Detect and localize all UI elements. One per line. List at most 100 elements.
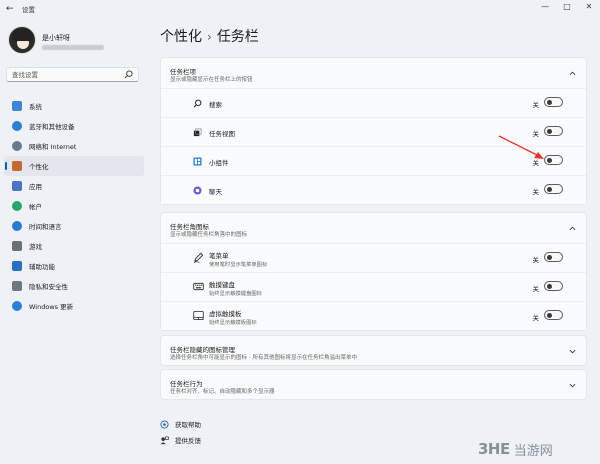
corner-item-virtual-touchpad: 虚拟触摸板 始终显示触摸板图标 关 — [161, 301, 586, 330]
sidebar-item-label: 系统 — [29, 103, 42, 111]
taskbar-behaviors-section[interactable]: 任务栏行为 任务栏对齐、标记、自动隐藏和多个显示器 — [160, 369, 587, 400]
chat-toggle[interactable] — [544, 184, 563, 194]
overflow-icons-section[interactable]: 任务栏隐藏的图标管理 选择任务栏角中可能显示的图标 - 所有其他图标将显示在任务… — [160, 335, 587, 366]
shield-icon — [12, 281, 22, 291]
sidebar-item-label: 辅助功能 — [29, 263, 55, 271]
sidebar-item-10[interactable]: 隐私和安全性 — [4, 276, 144, 296]
window-title: 设置 — [22, 6, 35, 14]
task-view-icon — [193, 128, 202, 137]
toggle-knob — [547, 187, 552, 192]
sidebar-item-7[interactable]: 时间和语言 — [4, 216, 144, 236]
link-label[interactable]: 提供反馈 — [175, 435, 201, 445]
corner-icons-header[interactable]: 任务栏角图标 显示或隐藏任务栏角落中的图标 — [161, 213, 586, 243]
row-label: 聊天 — [209, 188, 222, 196]
toggle-state: 关 — [532, 285, 540, 293]
maximize-button[interactable]: □ — [556, 0, 578, 14]
link-label[interactable]: 获取帮助 — [175, 419, 201, 429]
help-icon — [160, 419, 169, 429]
taskbar-item-search: 搜索 关 — [161, 88, 586, 117]
row-label: 虚拟触摸板 — [209, 310, 242, 318]
taskbar-behaviors-header[interactable]: 任务栏行为 任务栏对齐、标记、自动隐藏和多个显示器 — [161, 370, 586, 400]
watermark-logo: 3HE — [478, 440, 510, 458]
toggle-state: 关 — [532, 188, 540, 196]
update-icon — [12, 301, 22, 311]
back-button[interactable]: ← — [6, 3, 18, 15]
touchpad-icon — [193, 310, 204, 321]
sidebar-item-8[interactable]: 游戏 — [4, 236, 144, 256]
search-icon[interactable] — [124, 70, 133, 79]
chevron-up-icon[interactable] — [569, 70, 576, 77]
search-box[interactable] — [6, 67, 139, 82]
get-help-link[interactable]: 获取帮助 — [160, 418, 201, 430]
annotation-arrow-icon — [498, 135, 544, 159]
row-sublabel: 始终显示触摸键盘图标 — [209, 291, 262, 297]
row-label: 任务视图 — [209, 130, 235, 138]
row-sublabel: 始终显示触摸板图标 — [209, 320, 257, 326]
search-toggle[interactable] — [544, 97, 563, 107]
sidebar-item-label: 个性化 — [29, 163, 49, 171]
section-subtitle: 选择任务栏角中可能显示的图标 - 所有其他图标将显示在任务栏角溢出菜单中 — [170, 355, 357, 361]
sidebar-item-label: 蓝牙和其他设备 — [29, 123, 75, 131]
apps-icon — [12, 181, 22, 191]
sidebar-item-4[interactable]: 个性化 — [4, 156, 144, 176]
taskbar-item-chat: 聊天 关 — [161, 175, 586, 204]
overflow-icons-header[interactable]: 任务栏隐藏的图标管理 选择任务栏角中可能显示的图标 - 所有其他图标将显示在任务… — [161, 336, 586, 366]
sidebar-nav: 系统蓝牙和其他设备 网络和 Internet 个性化应用帐户时间和语言游戏辅助功能隐… — [4, 96, 144, 316]
breadcrumb: 个性化 › 任务栏 — [160, 26, 259, 46]
taskbar-items-section: 任务栏项 显示或隐藏显示在任务栏上的按钮 搜索 关 任务视图 关 小组件 关 聊… — [160, 57, 587, 205]
section-subtitle: 显示或隐藏任务栏角落中的图标 — [170, 232, 248, 238]
sidebar-item-label: 帐户 — [29, 203, 42, 211]
row-label: 小组件 — [209, 159, 229, 167]
corner-icons-section: 任务栏角图标 显示或隐藏任务栏角落中的图标 笔菜单 使用笔时显示笔菜单图标 关 … — [160, 212, 587, 331]
user-name: 是小轩呀 — [42, 34, 70, 42]
gamepad-icon — [12, 241, 22, 251]
taskbar-items-header[interactable]: 任务栏项 显示或隐藏显示在任务栏上的按钮 — [161, 58, 586, 88]
row-label: 搜索 — [209, 101, 222, 109]
sidebar-item-label: 隐私和安全性 — [29, 283, 68, 291]
chevron-down-icon[interactable] — [569, 382, 576, 389]
avatar — [8, 26, 36, 54]
toggle-knob — [547, 313, 552, 318]
watermark: 3HE 当游网 — [478, 438, 553, 460]
pen-menu-toggle[interactable] — [544, 252, 563, 262]
sidebar-item-label: Windows 更新 — [29, 303, 74, 311]
sidebar-item-5[interactable]: 应用 — [4, 176, 144, 196]
sidebar-item-9[interactable]: 辅助功能 — [4, 256, 144, 276]
toggle-knob — [547, 158, 552, 163]
redacted-email — [42, 45, 104, 50]
section-subtitle: 显示或隐藏显示在任务栏上的按钮 — [170, 77, 253, 83]
sidebar-item-2[interactable]: 蓝牙和其他设备 — [4, 116, 144, 136]
bluetooth-icon — [12, 121, 22, 131]
network-icon — [12, 141, 22, 151]
watermark-text: 当游网 — [513, 443, 553, 459]
chevron-down-icon[interactable] — [569, 348, 576, 355]
minimize-button[interactable]: — — [534, 0, 556, 14]
user-profile[interactable]: 是小轩呀 — [8, 26, 148, 58]
sidebar-item-label: 应用 — [29, 183, 42, 191]
toggle-knob — [547, 129, 552, 134]
chevron-up-icon[interactable] — [569, 225, 576, 232]
sidebar-item-11[interactable]: Windows 更新 — [4, 296, 144, 316]
monitor-icon — [12, 101, 22, 111]
chat-icon — [193, 186, 202, 195]
close-button[interactable]: ✕ — [578, 0, 600, 14]
pen-icon — [193, 252, 204, 263]
virtual-touchpad-toggle[interactable] — [544, 310, 563, 320]
sidebar-item-label: 时间和语言 — [29, 223, 62, 231]
breadcrumb-parent[interactable]: 个性化 — [160, 29, 202, 45]
sidebar-item-1[interactable]: 系统 — [4, 96, 144, 116]
sidebar-item-label: 网络和 Internet — [29, 143, 77, 151]
row-label: 触摸键盘 — [209, 281, 235, 289]
search-icon — [193, 99, 202, 108]
avatar-hair — [12, 29, 33, 41]
brush-icon — [12, 161, 22, 171]
sidebar-item-6[interactable]: 帐户 — [4, 196, 144, 216]
search-input[interactable] — [12, 70, 122, 80]
touch-keyboard-toggle[interactable] — [544, 281, 563, 291]
section-subtitle: 任务栏对齐、标记、自动隐藏和多个显示器 — [170, 389, 275, 395]
sidebar-item-3[interactable]: 网络和 Internet — [4, 136, 144, 156]
give-feedback-link[interactable]: 提供反馈 — [160, 434, 201, 446]
account-icon — [12, 201, 22, 211]
corner-item-pen-menu: 笔菜单 使用笔时显示笔菜单图标 关 — [161, 243, 586, 272]
toggle-state: 关 — [532, 256, 540, 264]
